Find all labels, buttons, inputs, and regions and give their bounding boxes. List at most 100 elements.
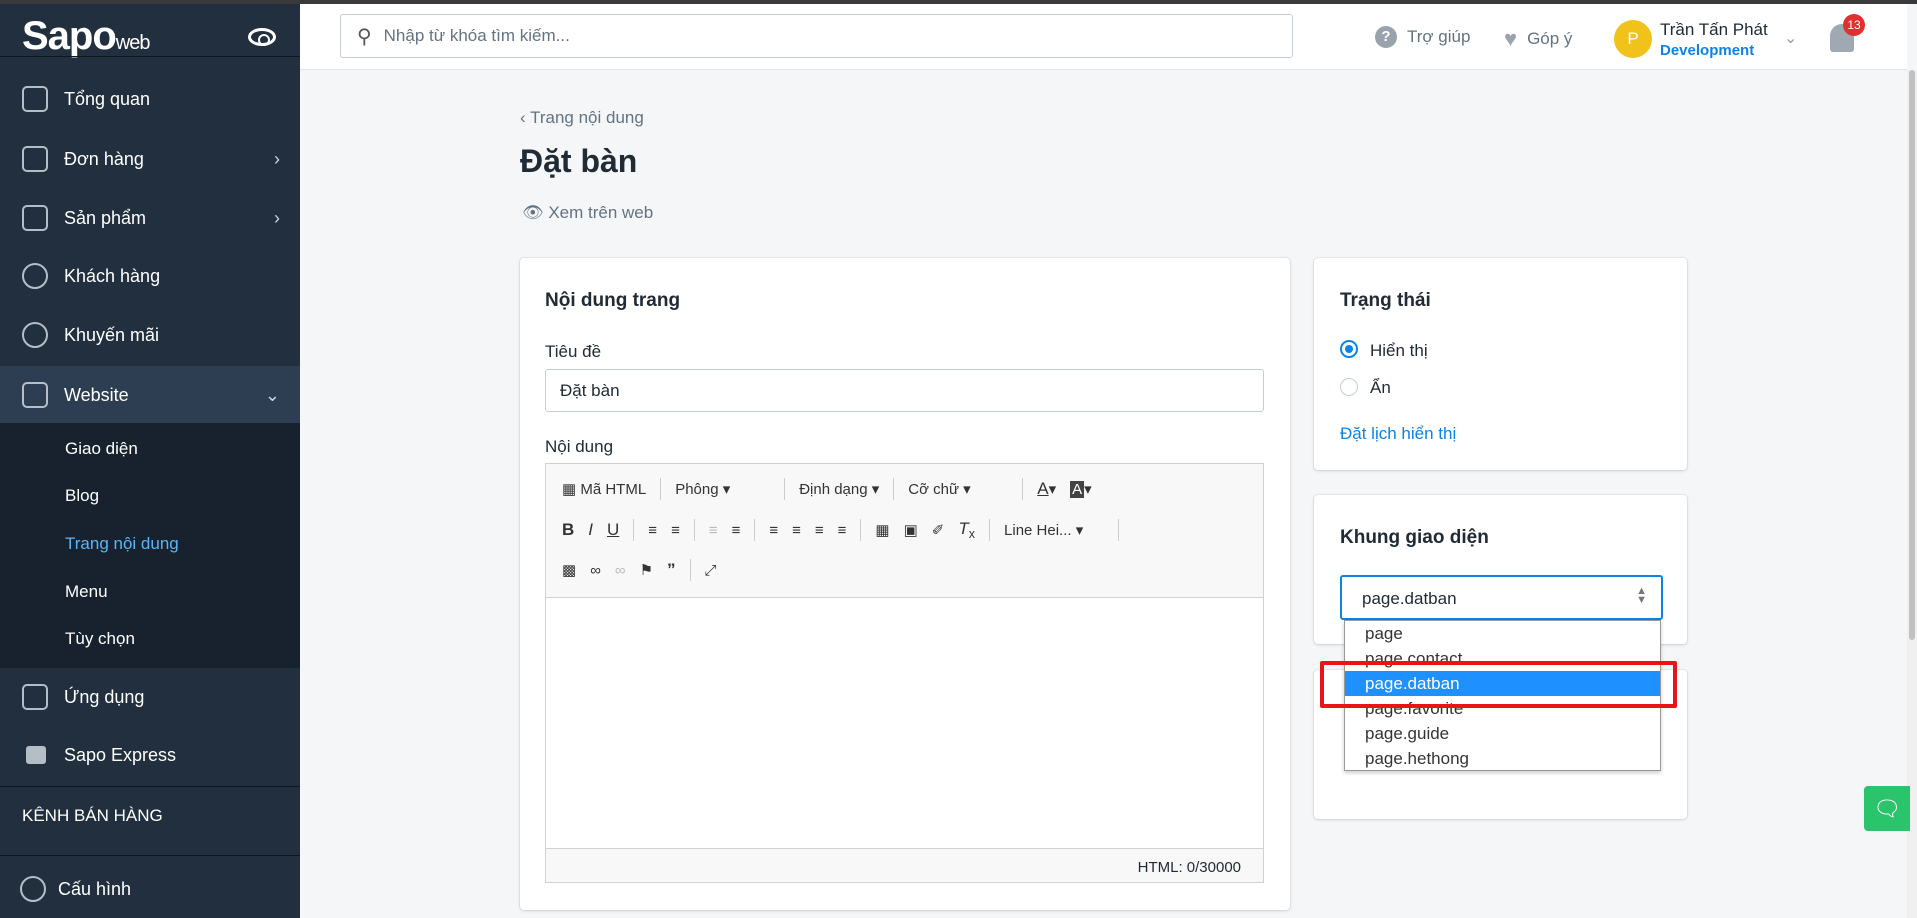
text-color-button[interactable]: A▾ [1037,479,1056,499]
radio-visible[interactable] [1340,340,1358,358]
submenu-options[interactable]: Tùy chọn [65,629,135,649]
schedule-link[interactable]: Đặt lịch hiển thị [1340,424,1456,444]
sidebar: Sapoweb Tổng quan Đơn hàng › Sản phẩm › Kh… [0,4,300,918]
select-arrows-icon: ▲ ▼ [1636,585,1647,606]
template-select[interactable]: page.datban ▲ ▼ [1340,575,1663,620]
sales-channels-heading[interactable]: KÊNH BÁN HÀNG [22,806,163,826]
outdent-icon[interactable]: ≡ [709,522,718,539]
bullet-list-icon[interactable]: ≡ [671,522,680,539]
font-dropdown[interactable]: Phông ▾ [675,480,770,498]
separator [1118,519,1120,541]
sidebar-item-orders[interactable]: Đơn hàng › [0,130,300,188]
sidebar-item-settings[interactable]: Cấu hình [0,860,300,918]
table-icon[interactable]: ▦ [875,521,889,539]
dropdown-option[interactable]: page [1345,621,1660,646]
user-name[interactable]: Trần Tấn Phát [1660,20,1768,40]
format-painter-icon[interactable]: ✐ [932,521,945,539]
sapo-logo[interactable]: Sapoweb [22,14,150,59]
logo-brand: Sapo [22,14,117,58]
link-icon[interactable]: ∞ [590,562,601,579]
align-right-icon[interactable]: ≡ [815,522,824,539]
dropdown-option[interactable]: page.hethong [1345,746,1660,771]
sidebar-item-label: Sapo Express [64,744,177,765]
italic-icon[interactable]: I [588,520,593,540]
title-label: Tiêu đề [545,342,602,361]
sidebar-item-label: Khách hàng [64,265,161,286]
sidebar-item-customers[interactable]: Khách hàng [0,247,300,305]
fullscreen-icon[interactable]: ⤢ [705,562,717,579]
view-on-web-link[interactable]: 👁 Xem trên web [522,203,653,223]
format-label: Định dạng [799,481,868,498]
search-icon: ⚲ [357,25,372,48]
help-link[interactable]: ? Trợ giúp [1375,26,1470,48]
submenu-blog[interactable]: Blog [65,486,99,506]
editor-body[interactable] [546,598,1263,848]
sidebar-item-overview[interactable]: Tổng quan [0,70,300,128]
search-input[interactable]: ⚲ Nhập từ khóa tìm kiếm... [340,14,1293,58]
submenu-pages[interactable]: Trang nội dung [65,534,179,554]
page-title: Đặt bàn [520,143,638,179]
separator [1022,478,1024,500]
sidebar-item-sapo-express[interactable]: Sapo Express [0,726,300,784]
card-heading: Khung giao diện [1340,527,1489,548]
select-value: page.datban [1362,589,1457,608]
sidebar-item-label: Website [64,384,129,405]
chevron-left-icon: ‹ [520,108,531,127]
line-height-label: Line Hei... [1004,522,1072,539]
indent-icon[interactable]: ≡ [732,522,741,539]
submenu-themes[interactable]: Giao diện [65,439,138,459]
clear-format-icon[interactable]: Tx [958,519,975,541]
bg-color-button[interactable]: A ▾ [1070,480,1092,498]
quote-icon[interactable]: ” [667,560,676,580]
chat-button[interactable]: 🗨 [1864,786,1910,831]
dropdown-option[interactable]: page.guide [1345,721,1660,746]
sidebar-item-label: Ứng dụng [64,686,145,707]
chat-icon: 🗨 [1873,796,1901,821]
code-block-icon[interactable]: ▩ [562,561,576,579]
feedback-link[interactable]: ♥ Góp ý [1504,26,1572,52]
help-icon: ? [1375,26,1397,48]
bold-icon[interactable]: B [562,520,574,540]
sidebar-item-products[interactable]: Sản phẩm › [0,189,300,247]
radio-hidden[interactable] [1340,378,1358,396]
scrollbar-thumb[interactable] [1909,70,1915,640]
font-size-dropdown[interactable]: Cỡ chữ ▾ [908,480,1008,498]
chevron-down-icon[interactable]: ⌄ [1784,28,1797,48]
separator [989,519,991,541]
eye-icon[interactable] [248,28,276,46]
justify-icon[interactable]: ≡ [838,522,847,539]
sidebar-item-apps[interactable]: Ứng dụng [0,668,300,726]
unlink-icon[interactable]: ∞ [615,562,626,579]
breadcrumb-label: Trang nội dung [530,108,644,127]
highlight-annotation-box [1320,661,1677,708]
search-placeholder: Nhập từ khóa tìm kiếm... [383,26,570,45]
submenu-menu[interactable]: Menu [65,582,108,602]
avatar[interactable]: P [1614,20,1652,58]
breadcrumb[interactable]: ‹ Trang nội dung [520,108,644,128]
align-center-icon[interactable]: ≡ [792,522,801,539]
image-icon[interactable]: ▣ [904,521,918,539]
underline-icon[interactable]: U [607,520,619,540]
top-header: ⚲ Nhập từ khóa tìm kiếm... ? Trợ giúp ♥ Góp… [300,4,1907,70]
home-icon [22,86,48,112]
chevron-down-icon: ⌄ [264,384,280,405]
numbered-list-icon[interactable]: ≡ [648,522,657,539]
title-input[interactable]: Đặt bàn [545,369,1264,412]
html-source-button[interactable]: ▦ Mã HTML [562,480,646,498]
sidebar-item-website[interactable]: Website ⌄ [0,366,300,424]
divider [0,56,300,57]
eye-icon: 👁 [522,203,549,222]
editor-toolbar: ▦ Mã HTML Phông ▾ Định dạng ▾ Cỡ chữ ▾ A… [546,464,1263,598]
line-height-dropdown[interactable]: Line Hei... ▾ [1004,521,1104,539]
flag-icon[interactable]: ⚑ [640,561,653,579]
sidebar-item-label: Cấu hình [58,878,132,899]
sidebar-item-label: Khuyến mãi [64,324,160,345]
sidebar-item-promotions[interactable]: Khuyến mãi [0,306,300,364]
format-dropdown[interactable]: Định dạng ▾ [799,480,879,498]
order-icon [22,146,48,172]
percent-icon [22,322,48,348]
view-on-web-label: Xem trên web [548,203,654,222]
express-icon [26,746,46,764]
heart-icon: ♥ [1504,26,1518,51]
align-left-icon[interactable]: ≡ [769,522,778,539]
